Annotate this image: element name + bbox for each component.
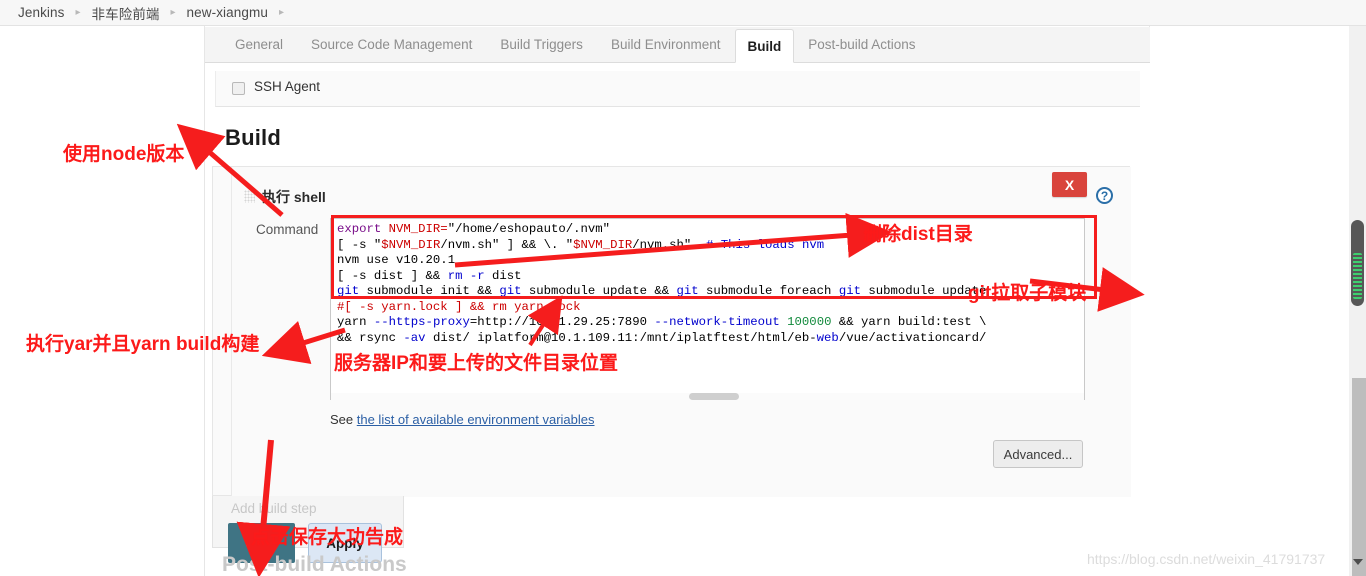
environment-variables-line: See the list of available environment va… bbox=[330, 412, 595, 427]
page-background-right bbox=[1151, 26, 1366, 576]
scrollbar-stripes-icon bbox=[1353, 253, 1362, 299]
tab-build[interactable]: Build bbox=[734, 29, 795, 63]
browser-scrollbar-lower-region bbox=[1352, 378, 1366, 576]
command-horizontal-scroll-thumb[interactable] bbox=[689, 393, 739, 400]
browser-scrollbar-thumb[interactable] bbox=[1351, 220, 1364, 306]
breadcrumb: Jenkins ▸ 非车险前端 ▸ new-xiangmu ▸ bbox=[0, 0, 1366, 26]
env-prefix-text: See bbox=[330, 412, 357, 427]
add-build-step-button[interactable]: Add build step bbox=[231, 501, 317, 516]
breadcrumb-separator: ▸ bbox=[170, 6, 176, 18]
tab-build-environment[interactable]: Build Environment bbox=[597, 27, 735, 62]
breadcrumb-item-folder[interactable]: 非车险前端 bbox=[92, 3, 160, 23]
command-horizontal-scrollbar[interactable] bbox=[331, 393, 1084, 400]
page-title-build: Build bbox=[225, 125, 281, 150]
annotation-node-version: 使用node版本 bbox=[63, 144, 185, 165]
annotation-yarn-build: 执行yar并且yarn build构建 bbox=[26, 334, 260, 355]
annotation-click-save: 点击保存大功告成 bbox=[251, 527, 404, 548]
command-line: #[ -s yarn.lock ] && rm yarn.lock bbox=[337, 299, 581, 314]
page-background-left bbox=[0, 26, 204, 576]
advanced-button[interactable]: Advanced... bbox=[993, 440, 1083, 468]
annotation-remove-dist: 删除dist目录 bbox=[863, 224, 973, 245]
annotation-server-ip: 服务器IP和要上传的文件目录位置 bbox=[334, 353, 618, 374]
watermark-text: https://blog.csdn.net/weixin_41791737 bbox=[1087, 551, 1326, 567]
breadcrumb-item-project[interactable]: new-xiangmu bbox=[187, 5, 268, 20]
breadcrumb-separator: ▸ bbox=[278, 6, 284, 18]
drag-handle-icon[interactable] bbox=[244, 190, 255, 203]
ssh-agent-row: SSH Agent bbox=[215, 71, 1140, 107]
remove-build-step-button[interactable]: X bbox=[1052, 172, 1087, 197]
environment-variables-link[interactable]: the list of available environment variab… bbox=[357, 412, 595, 427]
breadcrumb-separator: ▸ bbox=[75, 6, 81, 18]
build-step-title: 执行 shell bbox=[262, 189, 326, 205]
tab-build-triggers[interactable]: Build Triggers bbox=[486, 27, 597, 62]
clipped-row-above bbox=[215, 63, 1140, 71]
tab-general[interactable]: General bbox=[221, 27, 297, 62]
screenshot-root: Jenkins ▸ 非车险前端 ▸ new-xiangmu ▸ General … bbox=[0, 0, 1366, 576]
ssh-agent-label: SSH Agent bbox=[254, 79, 321, 94]
tab-post-build-actions[interactable]: Post-build Actions bbox=[794, 27, 929, 62]
command-label: Command bbox=[256, 222, 319, 237]
help-icon[interactable]: ? bbox=[1096, 187, 1113, 204]
post-build-actions-heading: Post-build Actions bbox=[222, 553, 407, 576]
browser-scrollbar-track[interactable] bbox=[1349, 26, 1366, 576]
annotation-git-submodule: git拉取子模块 bbox=[968, 283, 1087, 304]
scroll-down-caret-icon[interactable] bbox=[1353, 559, 1363, 565]
command-line: yarn --https-proxy=http://10.11.29.25:78… bbox=[337, 315, 987, 329]
tab-source-code-management[interactable]: Source Code Management bbox=[297, 27, 486, 62]
command-line: && rsync -av dist/ iplatform@10.1.109.11… bbox=[337, 330, 987, 345]
config-tab-bar: General Source Code Management Build Tri… bbox=[205, 27, 1150, 63]
ssh-agent-checkbox[interactable] bbox=[232, 82, 245, 95]
breadcrumb-item-jenkins[interactable]: Jenkins bbox=[18, 5, 64, 20]
